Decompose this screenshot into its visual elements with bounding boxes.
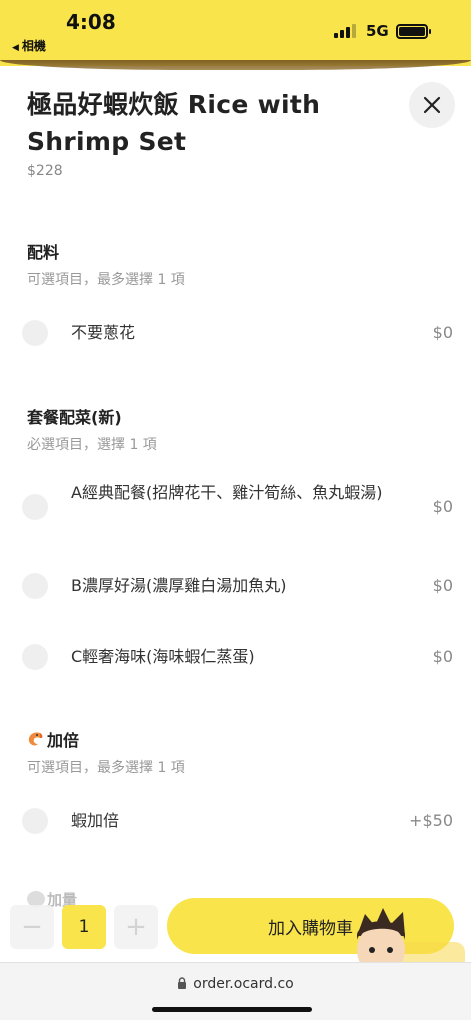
- item-title: 極品好蝦炊飯 Rice with Shrimp Set: [27, 90, 321, 156]
- option-a-classic[interactable]: A經典配餐(招牌花干、雞汁筍絲、魚丸蝦湯) $0: [0, 480, 471, 534]
- group-title-toppings: 配料: [27, 243, 60, 262]
- radio-button[interactable]: [22, 494, 48, 520]
- group-subtitle-side-dishes: 必選項目，選擇 1 項: [27, 437, 157, 453]
- close-icon: [423, 96, 441, 114]
- group-title-side-dishes: 套餐配菜(新): [27, 408, 122, 427]
- radio-button[interactable]: [22, 644, 48, 670]
- status-bar: 4:08 ◀ 相機 5G: [0, 0, 471, 70]
- signal-icon: [334, 24, 356, 38]
- option-price: $0: [432, 323, 453, 342]
- browser-url-bar[interactable]: order.ocard.co: [0, 962, 471, 1020]
- status-time: 4:08: [66, 10, 116, 34]
- option-no-scallion[interactable]: 不要蔥花 $0: [0, 318, 471, 348]
- option-c-seafood[interactable]: C輕奢海味(海味蝦仁蒸蛋) $0: [0, 642, 471, 672]
- lock-icon: [178, 977, 187, 989]
- url-display[interactable]: order.ocard.co: [0, 976, 471, 992]
- network-label: 5G: [366, 22, 389, 40]
- item-price: $228: [27, 163, 63, 179]
- back-app-label: 相機: [21, 39, 46, 53]
- increase-quantity-button[interactable]: +: [114, 905, 158, 949]
- group-subtitle-toppings: 可選項目，最多選擇 1 項: [27, 272, 185, 288]
- option-label: C輕奢海味(海味蝦仁蒸蛋): [71, 647, 255, 666]
- group-title-double: 加倍: [25, 727, 79, 751]
- option-price: $0: [432, 576, 453, 595]
- shrimp-icon: [28, 732, 43, 746]
- option-label: 蝦加倍: [71, 811, 120, 830]
- close-button[interactable]: [409, 82, 455, 128]
- option-label: 不要蔥花: [71, 323, 136, 342]
- option-label: A經典配餐(招牌花干、雞汁筍絲、魚丸蝦湯): [71, 483, 383, 502]
- group-subtitle-double: 可選項目，最多選擇 1 項: [27, 760, 185, 776]
- home-indicator[interactable]: [152, 1007, 312, 1012]
- option-label: B濃厚好湯(濃厚雞白湯加魚丸): [71, 576, 287, 595]
- radio-button[interactable]: [22, 320, 48, 346]
- option-price: $0: [432, 497, 453, 516]
- option-b-soup[interactable]: B濃厚好湯(濃厚雞白湯加魚丸) $0: [0, 571, 471, 601]
- decrease-quantity-button[interactable]: −: [10, 905, 54, 949]
- quantity-value[interactable]: 1: [62, 905, 106, 949]
- option-double-shrimp[interactable]: 蝦加倍 +$50: [0, 806, 471, 836]
- back-to-app-link[interactable]: ◀ 相機: [12, 37, 46, 54]
- radio-button[interactable]: [22, 808, 48, 834]
- battery-icon: [396, 24, 431, 39]
- back-arrow-icon: ◀: [12, 43, 19, 53]
- option-price: +$50: [409, 811, 453, 830]
- option-price: $0: [432, 647, 453, 666]
- url-text: order.ocard.co: [193, 976, 294, 992]
- radio-button[interactable]: [22, 573, 48, 599]
- group-title-label: 加倍: [47, 731, 80, 750]
